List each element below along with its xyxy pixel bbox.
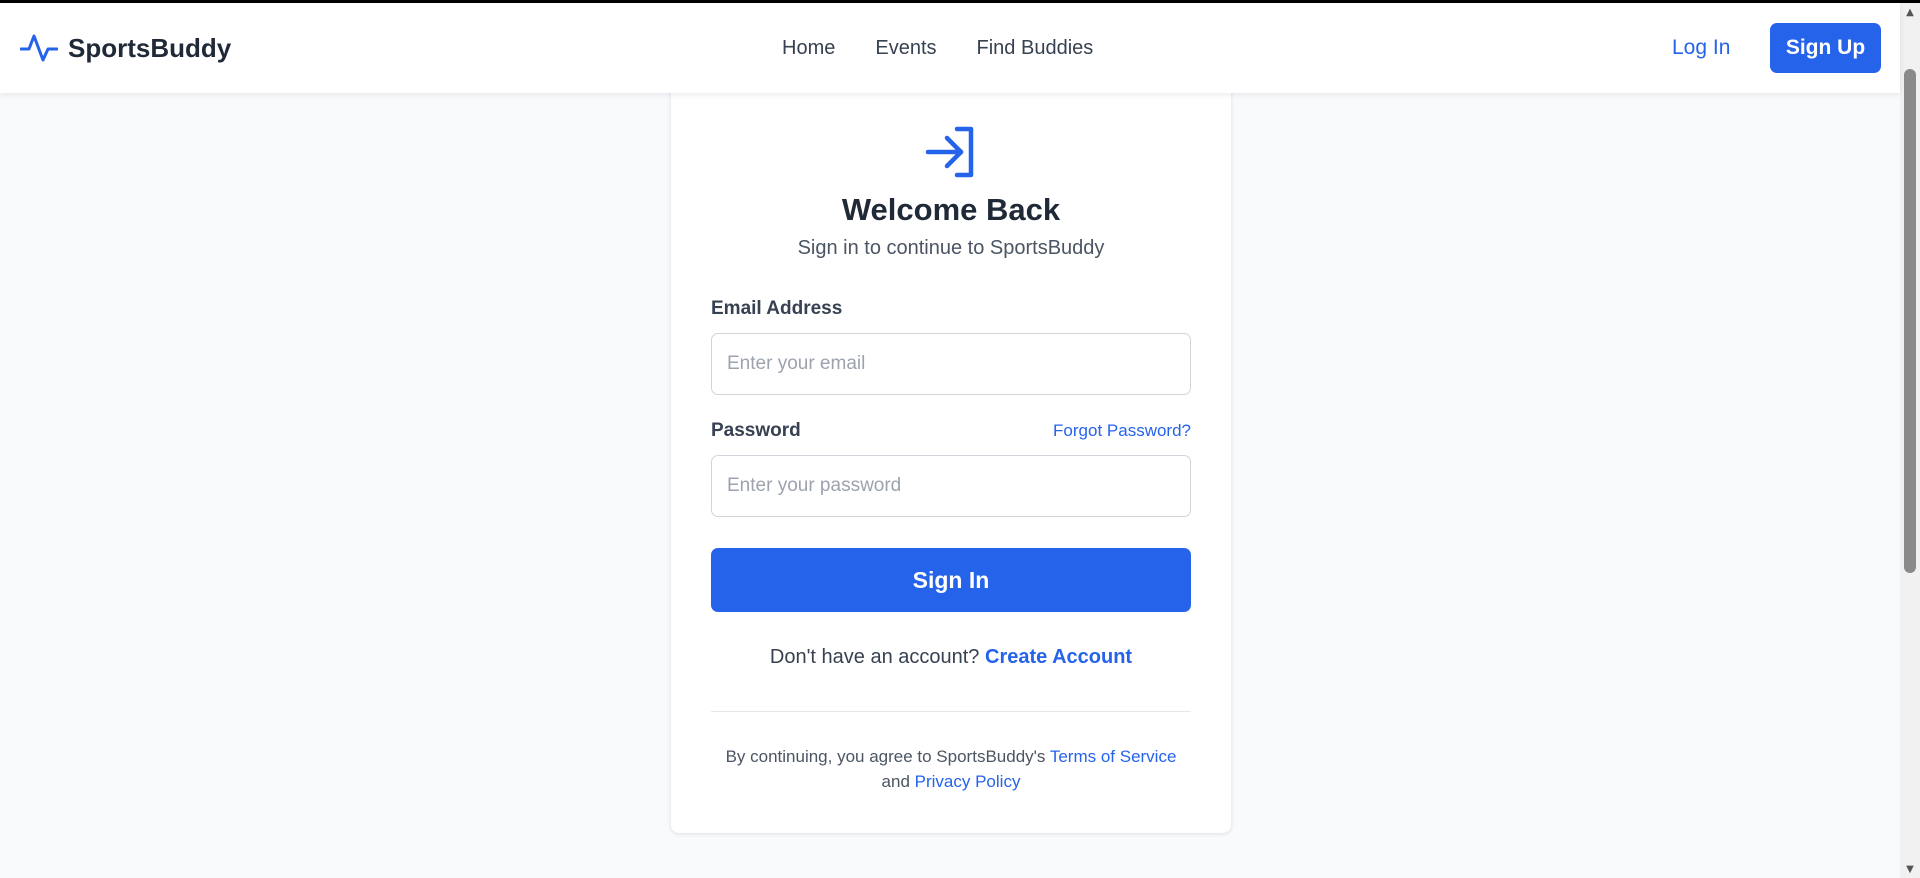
scrollbar-thumb[interactable] [1904, 69, 1916, 573]
email-input[interactable] [711, 333, 1191, 395]
signup-prompt: Don't have an account? Create Account [671, 646, 1231, 669]
brand-logo-link[interactable]: SportsBuddy [20, 3, 231, 93]
window-top-border [0, 0, 1920, 3]
nav-item-find-buddies[interactable]: Find Buddies [977, 37, 1094, 60]
page-subtitle: Sign in to continue to SportsBuddy [797, 237, 1105, 259]
activity-pulse-icon [20, 32, 58, 64]
password-input[interactable] [711, 455, 1191, 517]
divider [711, 711, 1191, 712]
password-label: Password [711, 420, 801, 441]
scroll-up-arrow-icon[interactable]: ▲ [1900, 3, 1920, 21]
privacy-policy-link[interactable]: Privacy Policy [915, 772, 1021, 791]
nav-item-home[interactable]: Home [782, 37, 835, 60]
create-account-link[interactable]: Create Account [985, 646, 1132, 668]
sign-in-button[interactable]: Sign In [711, 548, 1191, 612]
legal-prefix: By continuing, you agree to SportsBuddy'… [725, 747, 1046, 766]
forgot-password-link[interactable]: Forgot Password? [1053, 421, 1191, 441]
main-nav: Home Events Find Buddies [782, 3, 1093, 93]
scroll-down-arrow-icon[interactable]: ▼ [1900, 860, 1920, 878]
legal-notice: By continuing, you agree to SportsBuddy'… [711, 744, 1191, 794]
terms-of-service-link[interactable]: Terms of Service [1050, 747, 1177, 766]
login-link[interactable]: Log In [1672, 3, 1730, 93]
page-title: Welcome Back [841, 192, 1061, 227]
nav-item-events[interactable]: Events [875, 37, 936, 60]
signup-prompt-text: Don't have an account? [769, 646, 980, 668]
vertical-scrollbar[interactable]: ▲ ▼ [1900, 3, 1920, 878]
login-card: Welcome Back Sign in to continue to Spor… [671, 70, 1231, 833]
brand-name: SportsBuddy [68, 32, 232, 63]
legal-conjunction: and [881, 772, 910, 791]
signup-button[interactable]: Sign Up [1770, 23, 1881, 73]
email-label: Email Address [711, 298, 843, 319]
site-header: SportsBuddy Home Events Find Buddies Log… [0, 3, 1900, 93]
login-arrow-icon [923, 124, 979, 180]
